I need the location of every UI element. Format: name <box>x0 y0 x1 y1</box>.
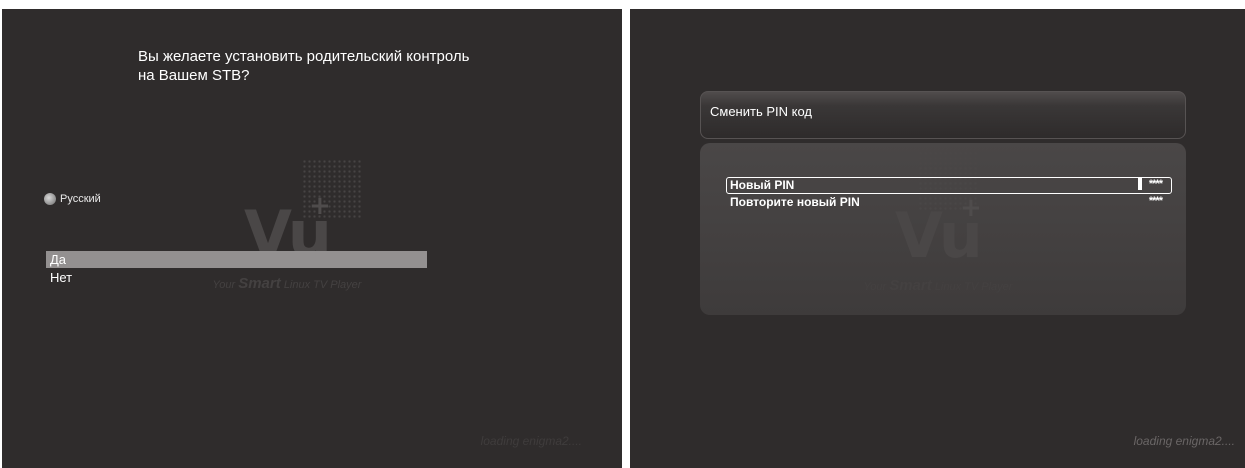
pin-header: Сменить PIN код <box>700 91 1186 139</box>
loading-text: loading enigma2.... <box>480 434 582 448</box>
repeat-pin-field[interactable]: Повторите новый PIN **** <box>728 195 1168 211</box>
parental-control-screen: Vu + Your Smart Linux TV Player Вы желае… <box>2 9 624 468</box>
radio-icon <box>44 193 56 205</box>
parental-control-question: Вы желаете установить родительский контр… <box>138 48 470 84</box>
input-cursor <box>1138 178 1142 190</box>
logo-tagline: Your Smart Linux TV Player <box>863 277 1013 294</box>
new-pin-label: Новый PIN <box>730 178 795 192</box>
repeat-pin-value[interactable]: **** <box>1149 194 1163 209</box>
option-no[interactable]: Нет <box>46 269 427 286</box>
repeat-pin-label: Повторите новый PIN <box>730 195 860 209</box>
page-title: Сменить PIN код <box>710 104 812 119</box>
option-yes[interactable]: Да <box>46 251 427 268</box>
language-selector[interactable]: Русский <box>44 193 101 205</box>
vu-logo: Vu + Your Smart Linux TV Player <box>818 193 1058 319</box>
change-pin-screen: Сменить PIN код Vu + Your Smart Linux TV… <box>630 9 1245 468</box>
pin-panel: Vu + Your Smart Linux TV Player Новый PI… <box>700 143 1186 315</box>
language-label: Русский <box>60 193 101 205</box>
new-pin-value[interactable]: **** <box>1149 177 1163 192</box>
logo-plus: + <box>309 191 331 221</box>
loading-text: loading enigma2.... <box>1133 434 1235 448</box>
new-pin-field[interactable]: Новый PIN **** <box>726 177 1172 194</box>
